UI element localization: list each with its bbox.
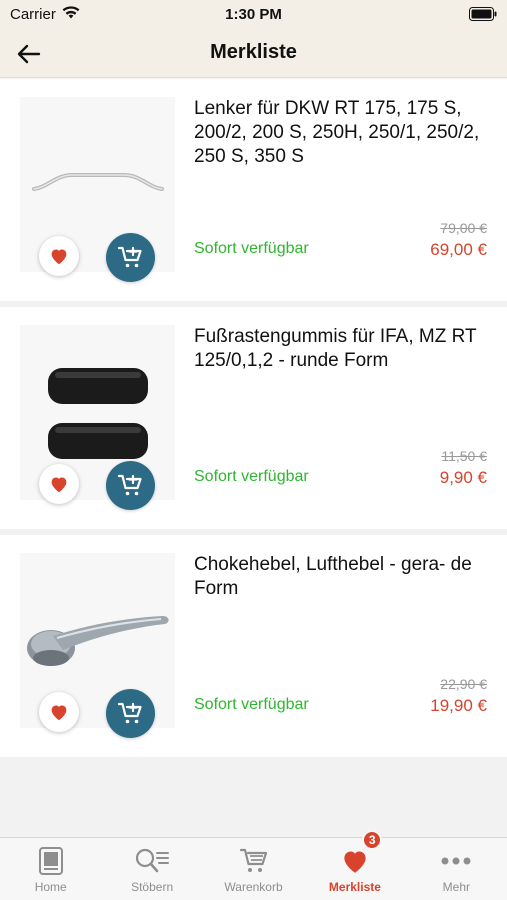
tab-bar: Home Stöbern Warenkorb 3 Merkliste Mehr: [0, 830, 507, 900]
tab-cart[interactable]: Warenkorb: [203, 838, 304, 900]
add-cart-icon: [117, 474, 142, 495]
remove-favorite-button[interactable]: [39, 236, 79, 276]
add-cart-icon: [117, 246, 142, 267]
product-name[interactable]: Lenker für DKW RT 175, 175 S, 200/2, 200…: [194, 97, 489, 169]
add-to-cart-button[interactable]: [106, 233, 155, 282]
tab-more[interactable]: Mehr: [406, 838, 507, 900]
search-list-icon: [134, 845, 170, 877]
list-item[interactable]: Lenker für DKW RT 175, 175 S, 200/2, 200…: [0, 79, 507, 301]
add-cart-icon: [117, 702, 142, 723]
old-price: 11,50 €: [441, 448, 487, 464]
more-icon: [440, 845, 472, 877]
tab-label: Warenkorb: [224, 880, 283, 894]
price: 9,90 €: [439, 468, 487, 487]
watchlist-count-badge: 3: [362, 830, 383, 850]
add-to-cart-button[interactable]: [106, 689, 155, 738]
tab-home[interactable]: Home: [0, 838, 101, 900]
heart-icon: [51, 249, 67, 265]
tab-label: Merkliste: [328, 880, 381, 894]
tab-label: Mehr: [442, 880, 470, 894]
availability-status: Sofort verfügbar: [194, 696, 309, 713]
availability-status: Sofort verfügbar: [194, 240, 309, 257]
tab-label: Home: [34, 880, 67, 894]
status-bar: Carrier 1:30 PM: [0, 0, 507, 30]
watchlist: Lenker für DKW RT 175, 175 S, 200/2, 200…: [0, 79, 507, 763]
old-price: 22,90 €: [440, 676, 487, 692]
home-icon: [38, 845, 64, 877]
tab-browse[interactable]: Stöbern: [101, 838, 202, 900]
price: 19,90 €: [430, 696, 487, 715]
availability-status: Sofort verfügbar: [194, 468, 309, 485]
clock: 1:30 PM: [225, 6, 282, 23]
heart-icon: [51, 705, 67, 721]
page-title: Merkliste: [210, 41, 297, 63]
list-item[interactable]: Chokehebel, Lufthebel - gera- de Form So…: [0, 535, 507, 757]
price: 69,00 €: [430, 240, 487, 259]
list-item[interactable]: Fußrastengummis für IFA, MZ RT 125/0,1,2…: [0, 307, 507, 529]
tab-label: Stöbern: [131, 880, 174, 894]
heart-icon: [51, 477, 67, 493]
product-name[interactable]: Chokehebel, Lufthebel - gera- de Form: [194, 553, 489, 601]
remove-favorite-button[interactable]: [39, 692, 79, 732]
remove-favorite-button[interactable]: [39, 464, 79, 504]
product-name[interactable]: Fußrastengummis für IFA, MZ RT 125/0,1,2…: [194, 325, 489, 373]
heart-icon: [340, 845, 370, 877]
battery-icon: [469, 7, 497, 25]
tab-watchlist[interactable]: 3 Merkliste: [304, 830, 405, 900]
old-price: 79,00 €: [440, 220, 487, 236]
cart-icon: [239, 845, 269, 877]
add-to-cart-button[interactable]: [106, 461, 155, 510]
navigation-bar: Merkliste: [0, 30, 507, 78]
